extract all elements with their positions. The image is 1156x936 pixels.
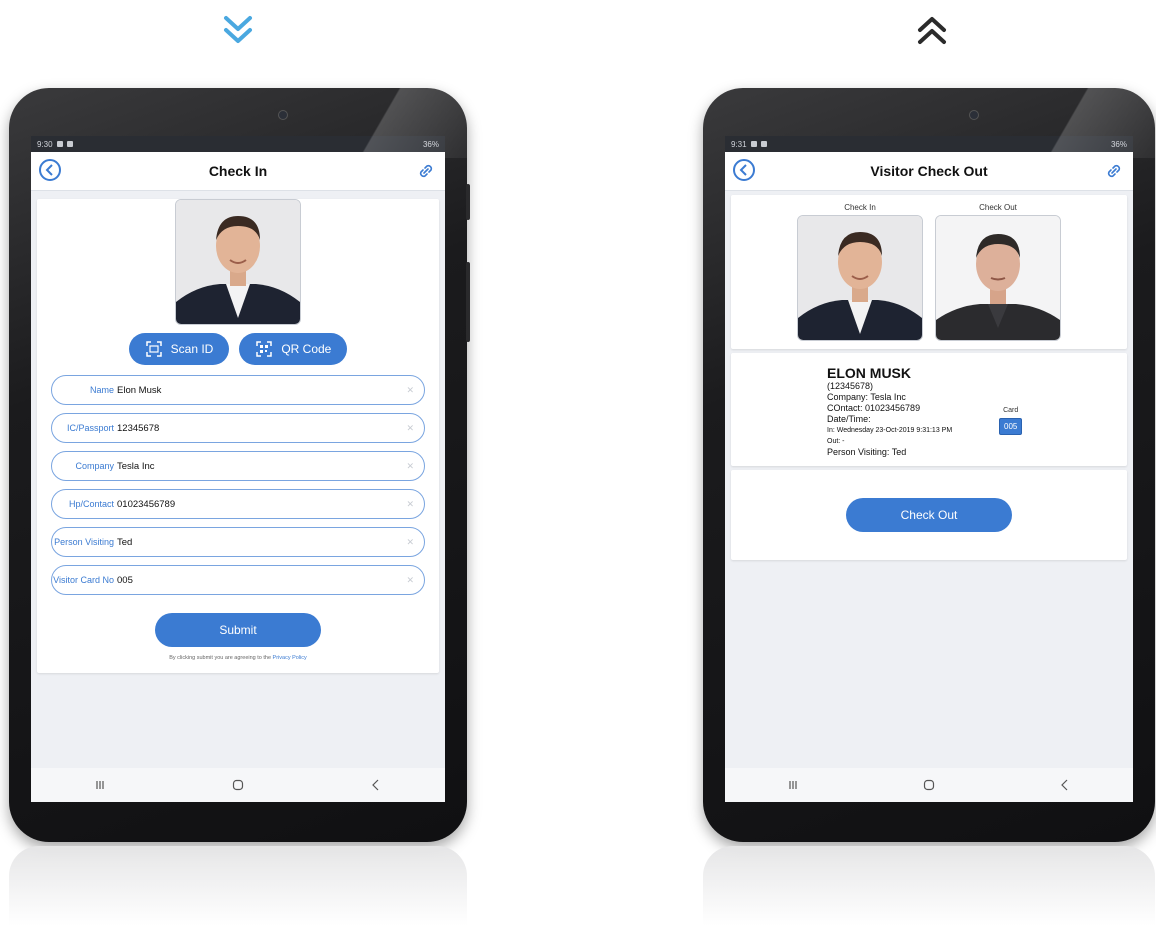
privacy-policy-link[interactable]: Privacy Policy xyxy=(273,655,307,661)
app-bar: Check In xyxy=(31,152,445,191)
back-nav-icon[interactable] xyxy=(1058,778,1072,792)
clear-icon[interactable]: ✕ xyxy=(406,575,414,586)
notification-icon xyxy=(750,141,757,147)
visitor-name: ELON MUSK xyxy=(827,365,911,381)
visitor-card-field-label: Visitor Card No xyxy=(53,575,114,585)
app-bar: Visitor Check Out xyxy=(725,152,1133,191)
company-field[interactable]: Company Tesla Inc ✕ xyxy=(51,451,425,481)
status-bar: 9:31 36% xyxy=(725,136,1133,152)
android-nav-bar xyxy=(725,768,1133,802)
notification-icon xyxy=(66,141,73,147)
check-in-caption: Check In xyxy=(844,203,876,212)
double-chevron-up-icon xyxy=(910,8,954,52)
page-title: Check In xyxy=(208,163,268,179)
check-in-form: Name Elon Musk ✕ IC/Passport 12345678 ✕ … xyxy=(37,365,439,595)
contact-field[interactable]: Hp/Contact 01023456789 ✕ xyxy=(51,489,425,519)
submit-button[interactable]: Submit xyxy=(155,613,321,647)
notification-icon xyxy=(56,141,63,147)
name-field-value[interactable]: Elon Musk xyxy=(117,385,161,396)
clear-icon[interactable]: ✕ xyxy=(406,537,414,548)
clear-icon[interactable]: ✕ xyxy=(406,461,414,472)
chevron-left-icon xyxy=(739,164,747,176)
tablet-reflection xyxy=(9,846,467,926)
person-visiting-field-label: Person Visiting xyxy=(54,537,114,547)
visitor-contact: COntact: 01023456789 xyxy=(827,403,921,413)
link-icon[interactable] xyxy=(417,162,435,180)
card-badge: Card 005 xyxy=(999,405,1023,435)
home-icon[interactable] xyxy=(231,778,245,792)
battery-level: 36% xyxy=(1110,139,1127,149)
contact-field-label: Hp/Contact xyxy=(68,499,114,509)
check-out-photo: Check Out xyxy=(935,203,1061,341)
ic-passport-field[interactable]: IC/Passport 12345678 ✕ xyxy=(51,413,425,443)
check-out-button[interactable]: Check Out xyxy=(846,498,1012,532)
visitor-company: Company: Tesla Inc xyxy=(827,392,906,402)
visitor-card-field[interactable]: Visitor Card No 005 ✕ xyxy=(51,565,425,595)
ic-passport-field-value[interactable]: 12345678 xyxy=(117,423,159,434)
battery-level: 36% xyxy=(422,139,439,149)
visitor-id: (12345678) xyxy=(827,381,874,391)
link-icon[interactable] xyxy=(1105,162,1123,180)
company-field-value[interactable]: Tesla Inc xyxy=(117,461,155,472)
visitor-info-card: ELON MUSK (12345678) Company: Tesla Inc … xyxy=(731,353,1127,466)
terms-text: By clicking submit you are agreeing to t… xyxy=(37,655,439,673)
home-icon[interactable] xyxy=(922,778,936,792)
check-out-time: Out: - xyxy=(827,438,845,445)
card-label: Card xyxy=(1003,407,1019,414)
check-in-form-card: Scan ID QR Code Name Elon Musk ✕ IC/Pass… xyxy=(37,199,439,673)
status-time: 9:31 xyxy=(731,139,747,149)
check-out-screen: 9:31 36% Visitor Check Out Check In Chec… xyxy=(725,136,1133,802)
scan-id-button[interactable]: Scan ID xyxy=(128,333,230,365)
camera-icon xyxy=(969,110,979,120)
power-button xyxy=(466,262,470,342)
clear-icon[interactable]: ✕ xyxy=(406,385,414,396)
check-in-screen: 9:30 36% Check In Scan ID QR Code Name E… xyxy=(31,136,445,802)
datetime-label: Date/Time: xyxy=(827,414,871,424)
ic-passport-field-label: IC/Passport xyxy=(66,423,114,433)
clear-icon[interactable]: ✕ xyxy=(406,423,414,434)
check-in-photo: Check In xyxy=(797,203,923,341)
status-time: 9:30 xyxy=(37,139,53,149)
scan-id-label: Scan ID xyxy=(170,342,214,356)
name-field[interactable]: Name Elon Musk ✕ xyxy=(51,375,425,405)
card-number: 005 xyxy=(999,418,1023,435)
name-field-label: Name xyxy=(89,385,114,395)
qr-code-button[interactable]: QR Code xyxy=(239,333,348,365)
check-out-caption: Check Out xyxy=(979,203,1017,212)
person-visiting-field[interactable]: Person Visiting Ted ✕ xyxy=(51,527,425,557)
chevron-left-icon xyxy=(45,164,53,176)
recent-apps-icon[interactable] xyxy=(93,778,107,792)
qr-code-icon xyxy=(256,341,273,357)
check-in-time: In: Wednesday 23-Oct-2019 9:31:13 PM xyxy=(827,427,953,434)
terms-prefix: By clicking submit you are agreeing to t… xyxy=(169,655,272,661)
contact-field-value[interactable]: 01023456789 xyxy=(117,499,175,510)
company-field-label: Company xyxy=(75,461,114,471)
back-button[interactable] xyxy=(39,159,61,181)
android-nav-bar xyxy=(31,768,445,802)
person-visiting: Person Visiting: Ted xyxy=(827,447,907,457)
photos-card: Check In Check Out xyxy=(731,195,1127,349)
person-visiting-field-value[interactable]: Ted xyxy=(117,537,132,548)
tablet-left: 9:30 36% Check In Scan ID QR Code Name E… xyxy=(9,88,470,842)
qr-code-label: QR Code xyxy=(281,342,332,356)
volume-button xyxy=(466,184,470,220)
double-chevron-down-icon xyxy=(216,8,260,52)
back-button[interactable] xyxy=(733,159,755,181)
camera-icon xyxy=(278,110,288,120)
tablet-right: 9:31 36% Visitor Check Out Check In Chec… xyxy=(703,88,1155,842)
page-title: Visitor Check Out xyxy=(870,163,988,179)
visitor-photo[interactable] xyxy=(175,199,301,325)
back-nav-icon[interactable] xyxy=(369,778,383,792)
recent-apps-icon[interactable] xyxy=(786,778,800,792)
status-bar: 9:30 36% xyxy=(31,136,445,152)
clear-icon[interactable]: ✕ xyxy=(406,499,414,510)
checkout-card: Check Out xyxy=(731,470,1127,560)
visitor-card-field-value[interactable]: 005 xyxy=(117,575,133,586)
tablet-reflection xyxy=(703,846,1155,926)
notification-icon xyxy=(760,141,767,147)
scan-id-icon xyxy=(145,341,162,357)
